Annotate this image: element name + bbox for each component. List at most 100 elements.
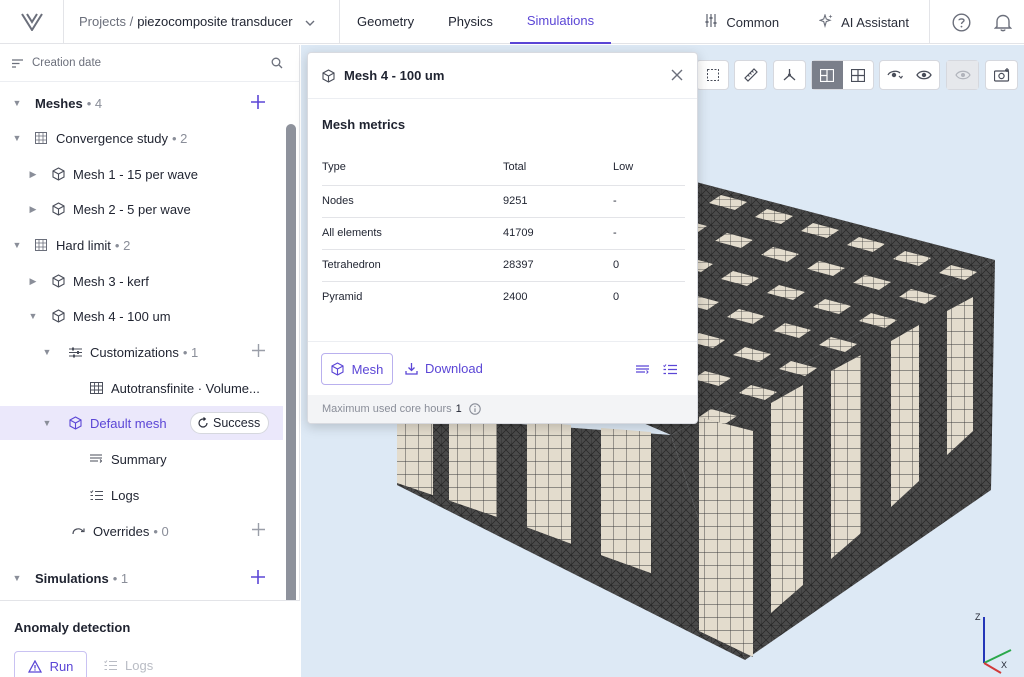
mesh-pillar-right [891,325,919,507]
top-bar: Projects / piezocomposite transducer Geo… [0,0,1024,44]
simulations-section-header[interactable]: ▼ Simulations • 1 [0,561,283,595]
anomaly-logs-button[interactable]: Logs [104,658,153,673]
download-button[interactable]: Download [405,361,483,376]
split-view-icon[interactable] [812,61,843,89]
axes-tool[interactable] [773,60,806,90]
run-button[interactable]: Run [14,651,87,677]
tree-item-mesh-4[interactable]: ▼ Mesh 4 - 100 um [0,299,283,333]
logs-checklist-icon[interactable] [663,363,677,378]
mesh-button[interactable]: Mesh [321,353,393,385]
mesh-4-label: Mesh 4 - 100 um [73,308,171,324]
table-row: All elements 41709 - [322,217,685,250]
warning-triangle-icon [27,659,42,673]
logs-checklist-icon [88,487,104,503]
notifications-bell-icon[interactable] [982,0,1024,44]
row-low: - [613,217,685,250]
caret-down-icon[interactable]: ▼ [12,133,22,143]
caret-down-icon[interactable]: ▼ [42,418,52,428]
row-low: 0 [613,291,620,304]
caret-down-icon[interactable]: ▼ [12,573,22,583]
refresh-icon [197,417,209,429]
sidebar-scrollbar[interactable] [286,124,296,638]
caret-down-icon[interactable]: ▼ [42,347,52,357]
search-icon[interactable] [271,57,283,72]
convergence-label: Convergence study [56,130,169,146]
measure-tool[interactable] [734,60,767,90]
hide-tool[interactable] [946,60,979,90]
overrides-label: Overrides [93,523,150,539]
tree-item-mesh-2[interactable]: ▶ Mesh 2 - 5 per wave [0,192,283,226]
sparkle-icon [818,12,833,31]
tree-item-overrides[interactable]: Overrides • 0 [0,514,283,548]
close-icon[interactable] [671,69,683,84]
status-badge[interactable]: Success [190,412,270,434]
breadcrumb-projects[interactable]: Projects / [79,14,133,29]
screenshot-tool[interactable] [985,60,1018,90]
project-breadcrumb[interactable]: Projects / piezocomposite transducer [64,0,340,44]
caret-right-icon[interactable]: ▶ [28,169,38,180]
visibility-toggle[interactable] [879,60,940,90]
info-icon[interactable] [468,403,481,415]
download-label: Download [425,361,483,376]
add-mesh-plus-icon[interactable] [251,95,265,112]
tab-simulations[interactable]: Simulations [509,0,612,44]
tree-item-mesh-1[interactable]: ▶ Mesh 1 - 15 per wave [0,157,283,191]
ruler-icon[interactable] [735,61,766,89]
caret-right-icon[interactable]: ▶ [28,204,38,215]
summary-label: Summary [111,451,167,467]
customizations-count: • 1 [182,344,199,360]
grid-view-icon[interactable] [843,61,874,89]
add-customization-plus-icon[interactable] [252,344,265,360]
ai-assistant-button[interactable]: AI Assistant [799,0,930,44]
cube-icon [67,415,83,431]
override-arrow-icon [70,523,86,539]
tree-item-hard-limit[interactable]: ▼ Hard limit • 2 [0,228,283,262]
help-icon[interactable] [940,0,982,44]
meshes-section-header[interactable]: ▼ Meshes • 4 [0,86,283,120]
sidebar-tree: ▼ Meshes • 4 ▼ Convergence study • 2 ▶ M… [0,82,299,638]
sort-label[interactable]: Creation date [32,57,101,69]
add-simulation-plus-icon[interactable] [251,570,265,587]
hard-limit-count: • 2 [114,237,131,253]
app-logo[interactable] [0,0,64,44]
caret-down-icon[interactable]: ▼ [28,311,38,321]
common-button[interactable]: Common [684,0,799,44]
tree-item-convergence-study[interactable]: ▼ Convergence study • 2 [0,121,283,155]
tab-geometry[interactable]: Geometry [340,0,431,44]
eye-refresh-icon[interactable] [880,61,910,89]
default-mesh-label: Default mesh [90,415,167,431]
view-layout-toggle[interactable] [811,60,874,90]
meshes-count: • 4 [86,95,103,111]
sort-icon[interactable] [12,58,23,68]
customizations-label: Customizations [90,344,179,360]
axis-z-label: Z [975,612,981,622]
chevron-down-icon[interactable] [305,14,315,29]
dashed-square-icon[interactable] [697,61,728,89]
cube-icon [50,308,66,324]
cube-icon [50,201,66,217]
add-override-plus-icon[interactable] [252,523,265,539]
tree-item-default-mesh[interactable]: ▼ Default mesh Success [0,406,283,440]
eye-icon[interactable] [910,61,940,89]
caret-right-icon[interactable]: ▶ [28,276,38,287]
tree-item-summary[interactable]: Summary [0,442,283,476]
sidebar: Creation date ▼ Meshes • 4 ▼ Convergence… [0,45,300,677]
select-box-tool[interactable] [696,60,729,90]
tab-physics[interactable]: Physics [431,0,510,44]
eye-slash-icon[interactable] [947,61,978,89]
axes-icon[interactable] [774,61,805,89]
core-hours-value: 1 [455,403,462,415]
sort-filter-bar: Creation date [0,45,299,82]
common-label: Common [726,14,780,30]
tree-item-mesh-3[interactable]: ▶ Mesh 3 - kerf [0,264,283,298]
tree-item-logs[interactable]: Logs [0,478,283,512]
tree-item-autotransfinite[interactable]: Autotransfinite · Volume... [0,371,283,405]
camera-plus-icon[interactable] [986,61,1017,89]
mesh-button-label: Mesh [351,361,384,377]
anomaly-detection-panel: Anomaly detection Run Logs [0,600,300,677]
mesh-metrics-table: Type Total Low Nodes 9251 - All elements… [322,149,685,313]
caret-down-icon[interactable]: ▼ [12,240,22,250]
caret-down-icon[interactable]: ▼ [12,98,22,108]
summary-lines-icon[interactable] [636,363,649,378]
tree-item-customizations[interactable]: ▼ Customizations • 1 [0,335,283,369]
